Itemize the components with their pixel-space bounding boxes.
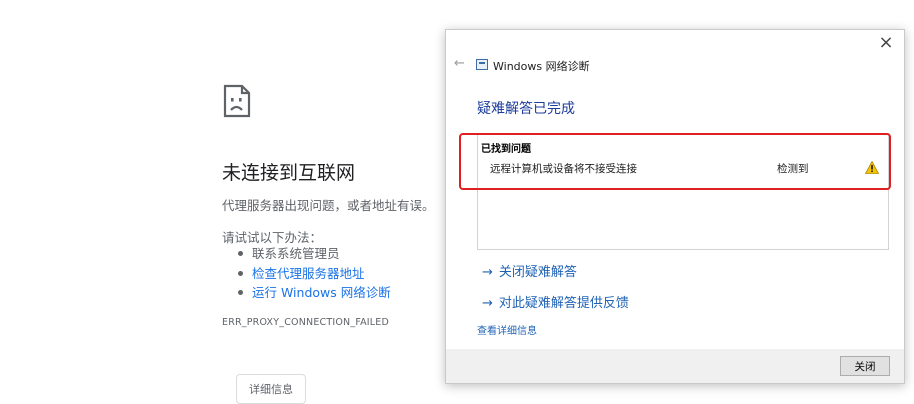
network-diagnostics-dialog: × ← Windows 网络诊断 疑难解答已完成 已找到问题 远程计算机或设备将… <box>445 29 905 384</box>
network-diagnostics-app-icon <box>476 59 488 70</box>
arrow-right-icon: → <box>482 296 493 311</box>
arrow-right-icon: → <box>482 265 493 280</box>
action-label: 对此疑难解答提供反馈 <box>498 296 629 311</box>
suggestion-check-proxy-link[interactable]: 检查代理服务器地址 <box>238 264 391 284</box>
close-troubleshooter-link[interactable]: → 关闭疑难解答 <box>482 261 577 280</box>
close-button[interactable]: 关闭 <box>840 356 890 376</box>
suggestion-label[interactable]: 检查代理服务器地址 <box>252 266 365 281</box>
view-details-link[interactable]: 查看详细信息 <box>477 322 537 337</box>
bullet-icon <box>238 270 243 276</box>
bullet-icon <box>238 290 243 295</box>
feedback-link[interactable]: → 对此疑难解答提供反馈 <box>482 292 629 311</box>
bullet-icon <box>238 251 243 256</box>
highlight-annotation <box>459 133 891 190</box>
error-description: 代理服务器出现问题，或者地址有误。 <box>222 198 435 213</box>
suggestion-label: 联系系统管理员 <box>252 246 340 261</box>
dialog-title: Windows 网络诊断 <box>493 60 590 73</box>
dialog-footer: 关闭 <box>446 349 904 383</box>
suggestion-run-diagnostics-link[interactable]: 运行 Windows 网络诊断 <box>238 283 391 303</box>
error-code: ERR_PROXY_CONNECTION_FAILED <box>222 317 390 328</box>
dialog-heading: 疑难解答已完成 <box>477 101 575 117</box>
page-title: 未连接到互联网 <box>222 162 356 184</box>
close-icon[interactable]: × <box>876 33 896 53</box>
suggestion-contact-admin: 联系系统管理员 <box>238 244 391 264</box>
suggestions-list: 联系系统管理员 检查代理服务器地址 运行 Windows 网络诊断 <box>238 244 391 303</box>
sad-page-icon <box>223 84 251 118</box>
back-arrow-icon[interactable]: ← <box>454 56 465 71</box>
suggestion-label[interactable]: 运行 Windows 网络诊断 <box>252 285 391 300</box>
action-label: 关闭疑难解答 <box>498 265 577 280</box>
